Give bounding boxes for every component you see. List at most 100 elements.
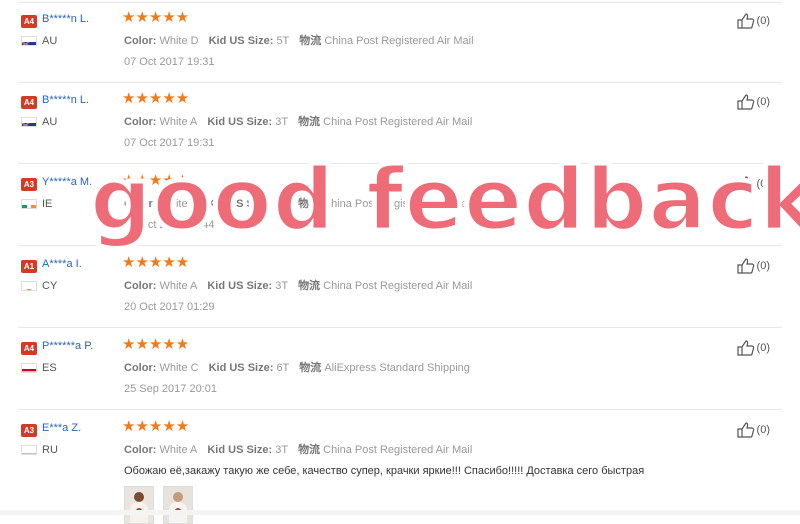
shipping-label: 物流 — [298, 198, 321, 210]
shipping-label: 物流 — [298, 444, 321, 456]
helpful-button[interactable]: (0) — [736, 176, 770, 192]
color-label: Color: — [124, 116, 157, 128]
buyer-level-badge: A4 — [21, 342, 37, 355]
color-value: White A — [159, 280, 198, 292]
helpful-button[interactable]: (0) — [736, 340, 770, 356]
review-date: 07 Oct 2017 19:31 — [124, 137, 215, 149]
buyer-name[interactable]: P******a P. — [42, 340, 93, 352]
star-rating: ★★★★★ — [122, 9, 190, 26]
helpful-button[interactable]: (0) — [736, 422, 770, 438]
shipping-value: AliExpress Standard Shipping — [324, 362, 470, 374]
color-label: Color: — [124, 280, 157, 292]
size-label: Kid US Size: — [208, 362, 274, 374]
buyer-name[interactable]: B*****n L. — [42, 13, 89, 25]
size-value: 6T — [276, 362, 290, 374]
review-date: 25 Sep 2017 20:01 — [124, 383, 217, 395]
size-value: 5T — [276, 35, 290, 47]
buyer-level-badge: A4 — [21, 96, 37, 109]
review-row: A1 A****a I. CY ★★★★★ Color: White A Kid … — [18, 248, 782, 328]
star-rating: ★★★★★ — [122, 254, 190, 271]
review-date: 20 Oct 2017 01:29 — [124, 301, 215, 313]
review-date: 20 Oct 2017 19:44 — [124, 219, 215, 231]
review-photo-thumbnail[interactable] — [163, 486, 193, 524]
shipping-label: 物流 — [299, 362, 322, 374]
order-info: Color: White A Kid US Size: 3T 物流 China Po… — [124, 195, 472, 211]
thumbs-up-icon — [736, 422, 754, 438]
size-label: Kid US Size: — [207, 116, 273, 128]
buyer-country: ES — [42, 362, 57, 374]
review-text: Обожаю её,закажу такую же себе, качество… — [124, 465, 645, 477]
buyer-name[interactable]: B*****n L. — [42, 94, 89, 106]
buyer-name[interactable]: A****a I. — [42, 258, 82, 270]
buyer-level-badge: A1 — [21, 260, 37, 273]
review-row: A3 E***a Z. RU ★★★★★ Color: White A Kid U… — [18, 412, 782, 524]
au-flag-icon — [21, 117, 37, 127]
color-value: White D — [159, 35, 199, 47]
star-rating: ★★★★★ — [122, 336, 190, 353]
shipping-value: China Post Registered Air Mail — [323, 444, 473, 456]
helpful-count: (0) — [756, 15, 770, 27]
buyer-name[interactable]: Y*****a M. — [42, 176, 92, 188]
buyer-country: AU — [42, 116, 58, 128]
buyer-country: AU — [42, 35, 58, 47]
helpful-count: (0) — [756, 424, 770, 436]
color-label: Color: — [124, 444, 157, 456]
buyer-level-badge: A4 — [21, 15, 37, 28]
review-photo-thumbnail[interactable] — [124, 486, 154, 524]
thumbs-up-icon — [736, 94, 754, 110]
ru-flag-icon — [21, 445, 37, 455]
shipping-value: China Post Registered Air Mail — [324, 35, 474, 47]
order-info: Color: White A Kid US Size: 3T 物流 China Po… — [124, 277, 472, 293]
review-date: 07 Oct 2017 19:31 — [124, 56, 215, 68]
order-info: Color: White C Kid US Size: 6T 物流 AliExpre… — [124, 359, 470, 375]
review-row: A4 B*****n L. AU ★★★★★ Color: White A Kid… — [18, 84, 782, 164]
shipping-value: China Post Registered Air Mail — [323, 280, 473, 292]
color-value: White C — [159, 362, 199, 374]
color-value: White A — [159, 198, 198, 210]
color-label: Color: — [124, 362, 157, 374]
order-info: Color: White A Kid US Size: 3T 物流 China Po… — [124, 113, 472, 129]
helpful-count: (0) — [756, 260, 770, 272]
buyer-country: IE — [42, 198, 53, 210]
review-row: A4 P******a P. ES ★★★★★ Color: White C Ki… — [18, 330, 782, 410]
star-rating: ★★★★★ — [122, 90, 190, 107]
size-value: 3T — [275, 116, 289, 128]
helpful-count: (0) — [756, 178, 770, 190]
helpful-button[interactable]: (0) — [736, 13, 770, 29]
thumbs-up-icon — [736, 13, 754, 29]
bottom-divider — [0, 510, 800, 515]
buyer-level-badge: A3 — [21, 178, 37, 191]
order-info: Color: White D Kid US Size: 5T 物流 China Po… — [124, 32, 474, 48]
color-value: White A — [159, 116, 198, 128]
buyer-country: CY — [42, 280, 58, 292]
star-rating: ★★★★★ — [122, 172, 190, 189]
order-info: Color: White A Kid US Size: 3T 物流 China Po… — [124, 441, 472, 457]
shipping-label: 物流 — [299, 35, 322, 47]
au-flag-icon — [21, 36, 37, 46]
size-label: Kid US Size: — [207, 280, 273, 292]
star-rating: ★★★★★ — [122, 418, 190, 435]
shipping-value: China Post Registered Air Mail — [323, 198, 473, 210]
size-value: 3T — [275, 280, 289, 292]
size-label: Kid US Size: — [207, 198, 273, 210]
color-label: Color: — [124, 35, 157, 47]
size-label: Kid US Size: — [208, 35, 274, 47]
helpful-count: (0) — [756, 342, 770, 354]
cy-flag-icon — [21, 281, 37, 291]
helpful-button[interactable]: (0) — [736, 94, 770, 110]
size-value: 3T — [275, 444, 289, 456]
es-flag-icon — [21, 363, 37, 373]
shipping-label: 物流 — [298, 116, 321, 128]
buyer-name[interactable]: E***a Z. — [42, 422, 81, 434]
helpful-count: (0) — [756, 96, 770, 108]
ie-flag-icon — [21, 199, 37, 209]
thumbs-up-icon — [736, 340, 754, 356]
buyer-level-badge: A3 — [21, 424, 37, 437]
shipping-label: 物流 — [298, 280, 321, 292]
thumbs-up-icon — [736, 258, 754, 274]
helpful-button[interactable]: (0) — [736, 258, 770, 274]
buyer-country: RU — [42, 444, 58, 456]
shipping-value: China Post Registered Air Mail — [323, 116, 473, 128]
size-value: 3T — [275, 198, 289, 210]
color-value: White A — [159, 444, 198, 456]
